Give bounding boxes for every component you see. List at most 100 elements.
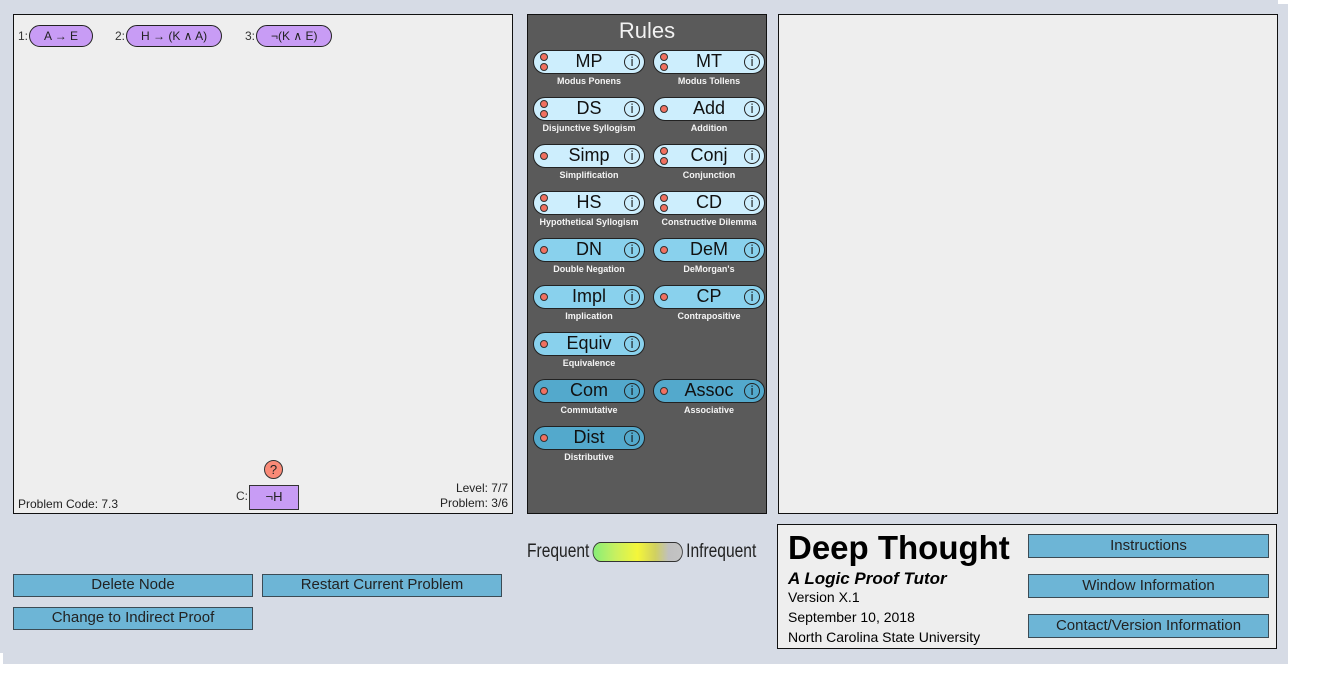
rule-name: DeMorgan's bbox=[683, 264, 735, 274]
rule-button-dem[interactable]: DeM i bbox=[653, 238, 765, 262]
info-icon[interactable]: i bbox=[744, 53, 760, 70]
delete-node-button[interactable]: Delete Node bbox=[13, 574, 253, 597]
info-icon[interactable]: i bbox=[624, 429, 640, 446]
app-date: September 10, 2018 bbox=[788, 609, 915, 625]
problem-text: Problem: 3/6 bbox=[439, 496, 508, 510]
premise-number: 1: bbox=[18, 29, 29, 43]
problem-code: Problem Code: 7.3 bbox=[18, 497, 119, 511]
info-icon[interactable]: i bbox=[624, 100, 640, 117]
rule-name: Commutative bbox=[560, 405, 618, 415]
rule-name: Conjunction bbox=[682, 170, 736, 180]
rule-add: Add i Addition bbox=[653, 97, 765, 133]
rule-name: Simplification bbox=[559, 170, 619, 180]
rule-name: Disjunctive Syllogism bbox=[542, 123, 636, 133]
rule-cd: CD i Constructive Dilemma bbox=[653, 191, 765, 227]
rule-com: Com i Commutative bbox=[533, 379, 645, 415]
premise-node[interactable]: H → (K ∧ A) bbox=[126, 25, 223, 47]
rule-button-cd[interactable]: CD i bbox=[653, 191, 765, 215]
info-icon[interactable]: i bbox=[624, 241, 640, 258]
about-panel: Deep Thought A Logic Proof Tutor Version… bbox=[777, 524, 1277, 649]
info-icon[interactable]: i bbox=[744, 100, 760, 117]
premise-2[interactable]: 2: H → (K ∧ A) bbox=[115, 25, 223, 47]
rule-name: Associative bbox=[683, 405, 735, 415]
info-icon[interactable]: i bbox=[624, 288, 640, 305]
info-icon[interactable]: i bbox=[624, 147, 640, 164]
legend-frequent: Frequent bbox=[527, 541, 590, 562]
rule-name: Double Negation bbox=[553, 264, 625, 274]
question-mark-icon[interactable]: ? bbox=[264, 460, 283, 479]
rule-button-add[interactable]: Add i bbox=[653, 97, 765, 121]
rule-dem: DeM i DeMorgan's bbox=[653, 238, 765, 274]
rules-title: Rules bbox=[618, 18, 676, 43]
info-icon[interactable]: i bbox=[744, 288, 760, 305]
legend-infrequent: Infrequent bbox=[686, 541, 757, 562]
rule-name: Constructive Dilemma bbox=[661, 217, 757, 227]
rule-simp: Simp i Simplification bbox=[533, 144, 645, 180]
rule-assoc: Assoc i Associative bbox=[653, 379, 765, 415]
window-information-button[interactable]: Window Information bbox=[1028, 574, 1269, 598]
rule-button-dist[interactable]: Dist i bbox=[533, 426, 645, 450]
rule-name: Hypothetical Syllogism bbox=[539, 217, 639, 227]
app-organization: North Carolina State University bbox=[788, 629, 981, 645]
frequency-gradient-bar bbox=[592, 542, 683, 562]
premise-node[interactable]: A → E bbox=[29, 25, 94, 47]
rule-hs: HS i Hypothetical Syllogism bbox=[533, 191, 645, 227]
info-icon[interactable]: i bbox=[624, 194, 640, 211]
info-icon[interactable]: i bbox=[624, 382, 640, 399]
rule-cp: CP i Contrapositive bbox=[653, 285, 765, 321]
premise-number: 2: bbox=[115, 29, 126, 43]
contact-version-button[interactable]: Contact/Version Information bbox=[1028, 614, 1269, 638]
premise-1[interactable]: 1: A → E bbox=[18, 25, 94, 47]
background-edge bbox=[0, 653, 3, 664]
info-icon[interactable]: i bbox=[624, 335, 640, 352]
rule-button-hs[interactable]: HS i bbox=[533, 191, 645, 215]
restart-problem-button[interactable]: Restart Current Problem bbox=[262, 574, 502, 597]
rule-button-simp[interactable]: Simp i bbox=[533, 144, 645, 168]
rule-dn: DN i Double Negation bbox=[533, 238, 645, 274]
conclusion-node[interactable]: ¬H bbox=[249, 485, 299, 510]
rule-name: Distributive bbox=[564, 452, 614, 462]
background-edge bbox=[1278, 0, 1288, 4]
rule-ds: DS i Disjunctive Syllogism bbox=[533, 97, 645, 133]
info-icon[interactable]: i bbox=[744, 194, 760, 211]
rule-mt: MT i Modus Tollens bbox=[653, 50, 765, 86]
instructions-button[interactable]: Instructions bbox=[1028, 534, 1269, 558]
rule-name: Addition bbox=[690, 123, 728, 133]
level-info: Level: 7/7 Problem: 3/6 bbox=[440, 481, 508, 511]
rule-mp: MP i Modus Ponens bbox=[533, 50, 645, 86]
rule-dist: Dist i Distributive bbox=[533, 426, 645, 462]
rule-equiv: Equiv i Equivalence bbox=[533, 332, 645, 368]
info-icon[interactable]: i bbox=[744, 382, 760, 399]
secondary-workspace[interactable] bbox=[778, 14, 1278, 514]
proof-workspace[interactable]: 1: A → E 2: H → (K ∧ A) 3: ¬(K ∧ E) ? C:… bbox=[13, 14, 513, 514]
info-icon[interactable]: i bbox=[624, 53, 640, 70]
rule-button-dn[interactable]: DN i bbox=[533, 238, 645, 262]
rule-name: Implication bbox=[565, 311, 613, 321]
app-subtitle: A Logic Proof Tutor bbox=[788, 569, 947, 588]
rules-panel: Rules MP i Modus Ponens MT i Modus Tollens DS i… bbox=[527, 14, 767, 514]
info-icon[interactable]: i bbox=[744, 147, 760, 164]
rule-impl: Impl i Implication bbox=[533, 285, 645, 321]
rule-button-impl[interactable]: Impl i bbox=[533, 285, 645, 309]
rule-button-com[interactable]: Com i bbox=[533, 379, 645, 403]
level-text: Level: 7/7 bbox=[455, 481, 508, 495]
rule-button-assoc[interactable]: Assoc i bbox=[653, 379, 765, 403]
app-version: Version X.1 bbox=[788, 589, 860, 605]
rule-name: Modus Tollens bbox=[677, 76, 741, 86]
rule-button-conj[interactable]: Conj i bbox=[653, 144, 765, 168]
rule-button-cp[interactable]: CP i bbox=[653, 285, 765, 309]
conclusion-label: C: bbox=[236, 489, 248, 503]
app-title: Deep Thought bbox=[788, 529, 1010, 566]
premise-3[interactable]: 3: ¬(K ∧ E) bbox=[245, 25, 333, 47]
premise-number: 3: bbox=[245, 29, 256, 43]
rule-button-ds[interactable]: DS i bbox=[533, 97, 645, 121]
indirect-proof-button[interactable]: Change to Indirect Proof bbox=[13, 607, 253, 630]
rule-name: Contrapositive bbox=[677, 311, 741, 321]
frequency-legend: Frequent Infrequent bbox=[527, 541, 756, 563]
rule-button-mt[interactable]: MT i bbox=[653, 50, 765, 74]
rule-button-mp[interactable]: MP i bbox=[533, 50, 645, 74]
rule-name: Equivalence bbox=[562, 358, 616, 368]
rule-button-equiv[interactable]: Equiv i bbox=[533, 332, 645, 356]
premise-node[interactable]: ¬(K ∧ E) bbox=[256, 25, 333, 47]
info-icon[interactable]: i bbox=[744, 241, 760, 258]
